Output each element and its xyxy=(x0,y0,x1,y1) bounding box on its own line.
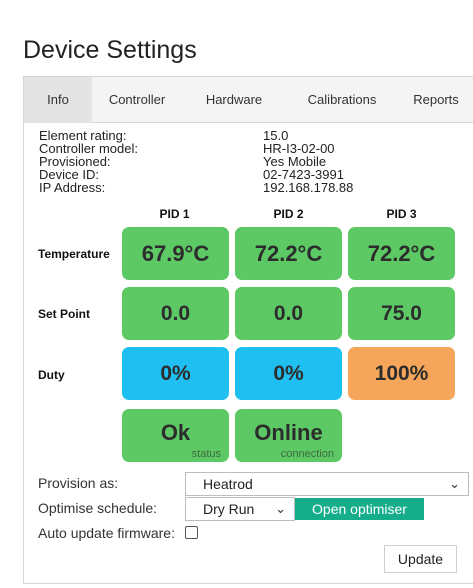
duty-tile-pid-3: 100% xyxy=(348,347,455,400)
tab-hardware[interactable]: Hardware xyxy=(190,77,278,123)
status-tile: Ok status xyxy=(122,409,229,462)
duty-label: Duty xyxy=(38,368,65,382)
duty-tile-pid-2: 0% xyxy=(235,347,342,400)
ip-address-label: IP Address: xyxy=(39,180,106,195)
open-optimiser-button[interactable]: Open optimiser xyxy=(295,498,424,520)
connection-caption: connection xyxy=(280,448,334,460)
temperature-value: 72.2°C xyxy=(254,241,323,266)
duty-tile-pid-1: 0% xyxy=(122,347,229,400)
duty-value: 100% xyxy=(374,362,429,385)
tab-reports[interactable]: Reports xyxy=(398,77,473,123)
set-point-value: 0.0 xyxy=(273,302,304,325)
page-title: Device Settings xyxy=(23,36,197,64)
temperature-tile-pid-1: 67.9°C xyxy=(122,227,229,280)
set-point-tile-pid-3: 75.0 xyxy=(348,287,455,340)
temperature-tile-pid-2: 72.2°C xyxy=(235,227,342,280)
tab-info[interactable]: Info xyxy=(24,77,92,123)
provision-label: Provision as: xyxy=(38,475,119,491)
provision-selected-value: Heatrod xyxy=(203,476,253,492)
ip-address-value: 192.168.178.88 xyxy=(263,180,354,195)
tab-bar: Info Controller Hardware Calibrations Re… xyxy=(24,77,473,123)
duty-value: 0% xyxy=(273,362,304,385)
tab-controller[interactable]: Controller xyxy=(94,77,180,123)
auto-update-checkbox[interactable] xyxy=(185,526,198,539)
set-point-value: 0.0 xyxy=(160,302,191,325)
optimise-label: Optimise schedule: xyxy=(38,500,158,516)
temperature-label: Temperature xyxy=(38,247,110,261)
status-caption: status xyxy=(191,448,221,460)
temperature-value: 67.9°C xyxy=(141,241,210,266)
auto-update-label: Auto update firmware: xyxy=(38,525,175,541)
set-point-tile-pid-1: 0.0 xyxy=(122,287,229,340)
provision-select[interactable]: Heatrod ⌄ xyxy=(185,472,469,496)
pid-3-header: PID 3 xyxy=(386,207,417,221)
temperature-tile-pid-3: 72.2°C xyxy=(348,227,455,280)
tab-calibrations[interactable]: Calibrations xyxy=(288,77,396,123)
duty-value: 0% xyxy=(160,362,191,385)
temperature-value: 72.2°C xyxy=(367,241,436,266)
optimise-select[interactable]: Dry Run ⌄ xyxy=(185,497,295,521)
pid-1-header: PID 1 xyxy=(159,207,190,221)
chevron-down-icon: ⌄ xyxy=(275,501,286,516)
connection-tile: Online connection xyxy=(235,409,342,462)
set-point-value: 75.0 xyxy=(381,302,422,325)
optimise-selected-value: Dry Run xyxy=(203,501,255,517)
chevron-down-icon: ⌄ xyxy=(449,476,460,491)
set-point-tile-pid-2: 0.0 xyxy=(235,287,342,340)
set-point-label: Set Point xyxy=(38,307,91,321)
pid-2-header: PID 2 xyxy=(273,207,304,221)
update-button[interactable]: Update xyxy=(384,545,457,573)
